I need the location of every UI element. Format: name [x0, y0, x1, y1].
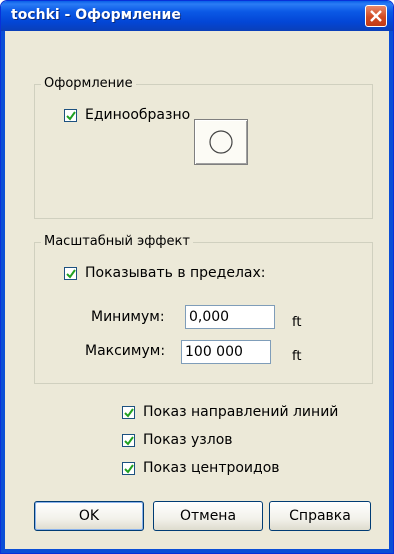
checkmark-icon — [66, 268, 76, 279]
nodes-checkbox[interactable] — [122, 433, 135, 447]
show-within-checkbox-row[interactable]: Показывать в пределах: — [64, 265, 266, 281]
line-direction-label: Показ направлений линий — [143, 404, 339, 420]
minimum-unit: ft — [292, 315, 302, 330]
checkmark-icon — [124, 435, 134, 446]
line-direction-checkbox[interactable] — [122, 405, 135, 419]
window-frame-left — [1, 31, 5, 553]
cancel-button[interactable]: Отмена — [153, 501, 263, 531]
show-within-label: Показывать в пределах: — [85, 265, 266, 281]
window-title: tochki - Оформление — [11, 7, 181, 23]
scale-group-legend: Масштабный эффект — [41, 234, 193, 249]
symbol-style-button[interactable] — [194, 119, 248, 165]
maximum-input[interactable] — [181, 340, 271, 364]
minimum-input[interactable] — [185, 305, 275, 329]
minimum-label: Минимум: — [91, 309, 165, 325]
checkmark-icon — [124, 407, 134, 418]
maximum-label: Максимум: — [85, 343, 166, 359]
dialog-window: tochki - Оформление Оформление Единообра… — [0, 0, 394, 554]
help-button[interactable]: Справка — [269, 501, 371, 531]
checkmark-icon — [66, 110, 76, 121]
centroids-label: Показ центроидов — [143, 460, 280, 476]
window-frame-bottom — [1, 549, 393, 553]
option-nodes-row[interactable]: Показ узлов — [122, 432, 233, 448]
checkmark-icon — [124, 463, 134, 474]
uniform-label: Единообразно — [85, 107, 191, 123]
show-within-checkbox[interactable] — [64, 266, 77, 280]
close-icon — [370, 10, 382, 22]
nodes-label: Показ узлов — [143, 432, 233, 448]
ok-button[interactable]: OK — [34, 501, 144, 531]
maximum-unit: ft — [292, 349, 302, 364]
option-centroids-row[interactable]: Показ центроидов — [122, 460, 280, 476]
title-bar[interactable]: tochki - Оформление — [1, 1, 393, 31]
circle-icon — [209, 130, 233, 154]
close-button[interactable] — [365, 5, 387, 27]
style-group-legend: Оформление — [41, 76, 136, 91]
uniform-checkbox[interactable] — [64, 108, 77, 122]
centroids-checkbox[interactable] — [122, 461, 135, 475]
uniform-checkbox-row[interactable]: Единообразно — [64, 107, 190, 123]
window-frame-right — [389, 31, 393, 553]
option-line-direction-row[interactable]: Показ направлений линий — [122, 404, 338, 420]
